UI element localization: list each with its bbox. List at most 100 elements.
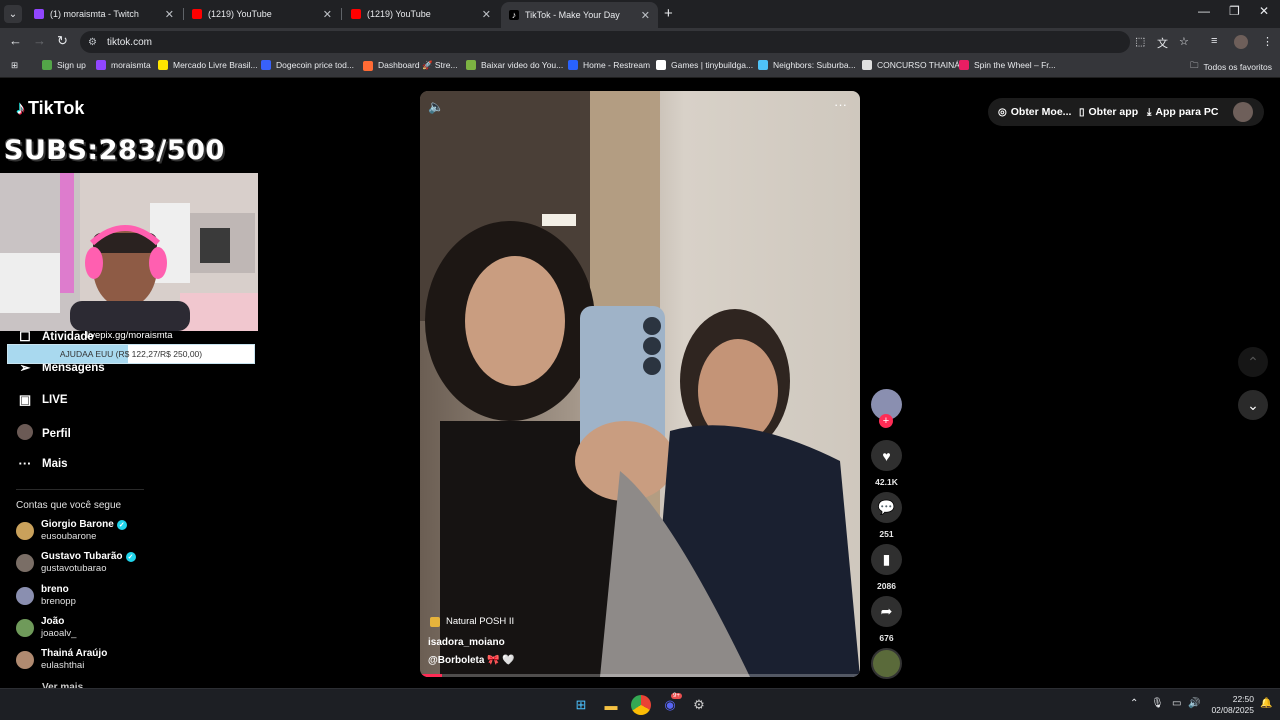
speaker-icon[interactable]: 🔊	[1188, 698, 1200, 709]
chrome-icon[interactable]	[631, 695, 651, 715]
tiktok-logo[interactable]: ♪ TikTok	[16, 98, 84, 119]
followed-account[interactable]: Giorgio Barone ✓ eusoubarone	[16, 519, 127, 542]
live-icon: ▣	[18, 392, 32, 407]
tray-overflow-chevron-icon[interactable]: ⌃	[1130, 698, 1138, 709]
like-button[interactable]: ♥ 42.1K	[871, 440, 902, 487]
bookmark-item[interactable]: Spin the Wheel – Fr...	[959, 60, 1056, 70]
profile-avatar[interactable]	[1234, 35, 1248, 49]
divider	[16, 489, 144, 490]
get-app-button[interactable]: ▯ Obter app	[1079, 99, 1138, 125]
bookmark-item[interactable]: Games | tinybuildga...	[656, 60, 753, 70]
tab-tiktok[interactable]: ♪ TikTok - Make Your Day ✕	[501, 2, 658, 28]
translate-icon[interactable]: 文	[1157, 35, 1168, 51]
network-icon[interactable]: ▭	[1172, 698, 1181, 709]
download-icon: ⤓	[1147, 106, 1152, 118]
browser-tab-strip: ⌄ (1) moraismta - Twitch ✕ (1219) YouTub…	[0, 0, 1280, 28]
nav-perfil[interactable]: Perfil	[16, 424, 71, 443]
steam-icon[interactable]: ⚙	[690, 696, 708, 714]
bookmark-star-icon[interactable]: ☆	[1179, 35, 1189, 48]
more-options-icon[interactable]: ···	[834, 97, 847, 112]
next-video-chevron-down-icon[interactable]: ⌄	[1238, 390, 1268, 420]
bookmark-label: Spin the Wheel – Fr...	[974, 60, 1056, 70]
music-tag[interactable]: Natural POSH II	[430, 616, 514, 627]
tab-search-button[interactable]: ⌄	[4, 5, 22, 23]
bookmark-item[interactable]: Home - Restream	[568, 60, 650, 70]
user-avatar[interactable]	[1233, 102, 1253, 122]
url-text: tiktok.com	[106, 36, 152, 48]
site-info-icon[interactable]: ⚙	[88, 37, 97, 48]
tab-title: TikTok - Make Your Day	[525, 10, 620, 20]
coin-icon: ◎	[998, 106, 1007, 118]
tab-youtube-2[interactable]: (1219) YouTube ✕	[343, 3, 499, 25]
bookmark-item[interactable]: CONCURSO THAINÁ	[862, 60, 960, 70]
account-handle: gustavotubarao	[41, 563, 107, 574]
bookmark-item[interactable]: Dogecoin price tod...	[261, 60, 354, 70]
close-window-icon[interactable]: ✕	[1259, 4, 1269, 18]
file-explorer-icon[interactable]: ▬	[602, 696, 620, 714]
music-disc-icon[interactable]	[871, 648, 902, 679]
followed-account[interactable]: Gustavo Tubarão ✓ gustavotubarao	[16, 551, 136, 574]
inbox-icon: ☐	[19, 329, 31, 344]
tab-close-icon[interactable]: ✕	[641, 9, 650, 22]
app-for-pc-button[interactable]: ⤓ App para PC	[1147, 99, 1218, 125]
bookmark-item[interactable]: moraismta	[96, 60, 151, 70]
microphone-icon[interactable]: 🎙	[1151, 698, 1164, 709]
save-button[interactable]: ▮ 2086	[871, 544, 902, 591]
folder-icon: 🗀	[1190, 60, 1199, 70]
bookmark-label: Dogecoin price tod...	[276, 60, 354, 70]
follow-plus-icon[interactable]: +	[879, 414, 893, 428]
account-name: Gustavo Tubarão	[41, 551, 123, 562]
tab-close-icon[interactable]: ✕	[165, 8, 174, 21]
new-tab-plus-icon[interactable]: +	[664, 5, 673, 22]
volume-icon[interactable]: 🔈	[428, 99, 444, 115]
minimize-icon[interactable]: —	[1198, 4, 1210, 18]
video-player[interactable]: 🔈 ··· Natural POSH II isadora_moiano @Bo…	[420, 91, 860, 677]
tab-twitch[interactable]: (1) moraismta - Twitch ✕	[26, 3, 182, 25]
tab-youtube-1[interactable]: (1219) YouTube ✕	[184, 3, 340, 25]
forward-arrow-icon[interactable]: →	[33, 33, 46, 48]
tab-close-icon[interactable]: ✕	[482, 8, 491, 21]
reload-icon[interactable]: ↻	[57, 33, 68, 49]
avatar	[16, 553, 34, 572]
install-app-icon[interactable]: ⬚	[1135, 35, 1145, 48]
music-note-icon	[430, 616, 440, 627]
address-bar[interactable]: ⚙ tiktok.com	[80, 31, 1130, 53]
phone-icon: ▯	[1079, 106, 1085, 118]
nav-label: Perfil	[42, 427, 71, 440]
video-username[interactable]: isadora_moiano	[428, 637, 505, 648]
previous-video-chevron-up-icon[interactable]: ⌃	[1238, 347, 1268, 377]
followed-account[interactable]: breno brenopp	[16, 584, 76, 607]
back-arrow-icon[interactable]: ←	[9, 33, 22, 48]
more-dots-icon: ···	[18, 456, 32, 471]
system-clock[interactable]: 22:50 02/08/2025	[1206, 694, 1254, 716]
followed-account[interactable]: João joaoalv_	[16, 616, 76, 639]
restore-icon[interactable]: ❐	[1229, 4, 1240, 18]
bookmark-item[interactable]: Baixar video do You...	[466, 60, 563, 70]
bookmark-item[interactable]: Sign up	[42, 60, 86, 70]
media-controls-icon[interactable]: ≡	[1211, 35, 1217, 47]
get-coins-button[interactable]: ◎ Obter Moe...	[998, 99, 1071, 125]
bookmark-item[interactable]: Dashboard 🚀 Stre...	[363, 60, 458, 71]
bookmark-item[interactable]: Mercado Livre Brasil...	[158, 60, 258, 70]
tab-close-icon[interactable]: ✕	[323, 8, 332, 21]
bookmark-item[interactable]: Neighbors: Suburba...	[758, 60, 856, 70]
nav-live[interactable]: ▣ LIVE	[16, 392, 68, 408]
clock-time: 22:50	[1232, 694, 1254, 704]
windows-taskbar: ⊞ ▬ ◉ 9+ ⚙ ⌃ 🎙 ▭ 🔊 22:50 02/08/2025 🔔	[0, 688, 1280, 720]
avatar	[16, 618, 34, 637]
all-bookmarks-folder[interactable]: 🗀 Todos os favoritos	[1190, 60, 1272, 74]
followed-account[interactable]: Thainá Araújo eulashthai	[16, 648, 107, 671]
nav-atividade[interactable]: ☐ Atividade	[16, 329, 94, 345]
notifications-bell-icon[interactable]: 🔔	[1260, 698, 1272, 709]
windows-start-icon[interactable]: ⊞	[572, 696, 590, 714]
bookmark-favicon-icon	[568, 60, 578, 70]
bookmark-favicon-icon	[96, 60, 106, 70]
menu-kebab-icon[interactable]: ⋮	[1262, 35, 1273, 48]
apps-grid-icon[interactable]: ⊞	[11, 60, 18, 71]
share-button[interactable]: ➦ 676	[871, 596, 902, 643]
nav-mais[interactable]: ··· Mais	[16, 456, 68, 471]
comment-button[interactable]: 💬 251	[871, 492, 902, 539]
bookmark-favicon-icon	[862, 60, 872, 70]
bookmark-favicon-icon	[363, 60, 373, 71]
video-progress-bar[interactable]	[420, 674, 860, 677]
